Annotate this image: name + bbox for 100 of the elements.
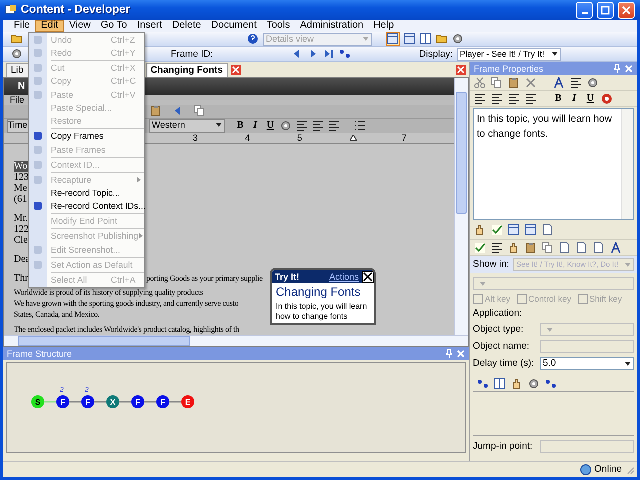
menu-item[interactable]: Edit: [35, 20, 64, 32]
gear-icon[interactable]: [587, 76, 599, 88]
font-icon[interactable]: [610, 242, 622, 254]
document-text: Me: [14, 183, 28, 194]
frame-text: In this topic, you will learn how to change fonts.: [476, 113, 614, 142]
field-label: Object type:: [473, 324, 524, 335]
rectangle-icon[interactable]: [494, 378, 506, 390]
display-dropdown[interactable]: Player - See It! / Try It!: [457, 48, 562, 60]
color-icon[interactable]: [601, 92, 613, 104]
check-icon[interactable]: [491, 224, 503, 236]
copy-icon[interactable]: [491, 76, 503, 88]
page-icon[interactable]: [559, 242, 571, 254]
ruler-number: 5: [297, 132, 304, 143]
delete-icon[interactable]: [525, 76, 537, 88]
document-tab[interactable]: Changing Fonts: [146, 62, 228, 76]
text-icon[interactable]: [570, 76, 582, 88]
align-center-icon[interactable]: [312, 120, 324, 132]
bubble-title: Changing Fonts: [275, 284, 362, 301]
hand-icon[interactable]: [474, 224, 486, 236]
format-button[interactable]: U: [585, 93, 596, 104]
align-left-icon[interactable]: [474, 92, 486, 104]
node-label: F: [60, 398, 66, 407]
menu-item[interactable]: View: [64, 20, 96, 32]
vertical-scrollbar[interactable]: [454, 78, 468, 335]
frame-node[interactable]: [132, 396, 144, 408]
node-label: S: [35, 398, 41, 407]
pin-icon[interactable]: [446, 349, 453, 358]
format-button[interactable]: I: [250, 120, 261, 132]
text-area[interactable]: In this topic, you will learn how to change fonts.: [473, 108, 634, 220]
show-in-label: Show in:: [473, 259, 510, 270]
page-icon[interactable]: [576, 242, 588, 254]
document-text: (61: [14, 194, 28, 205]
maximize-button[interactable]: [597, 2, 614, 18]
node-label: F: [86, 398, 90, 407]
font-icon[interactable]: [553, 76, 565, 88]
hand-icon[interactable]: [508, 242, 520, 254]
network-icon[interactable]: [580, 464, 592, 476]
vertical-scrollbar[interactable]: [621, 109, 633, 219]
frame-node[interactable]: [156, 396, 170, 408]
format-button[interactable]: B: [235, 120, 246, 132]
horizontal-scrollbar[interactable]: [4, 335, 468, 346]
menu-item[interactable]: Re-record Topic...: [29, 186, 144, 200]
paste-icon[interactable]: [150, 105, 162, 118]
page-icon[interactable]: [593, 242, 605, 254]
align-right-icon[interactable]: [508, 92, 520, 104]
frame-node[interactable]: [32, 396, 44, 408]
close-button[interactable]: [618, 2, 635, 18]
menu-item[interactable]: Document: [206, 20, 262, 32]
window-icon[interactable]: [508, 224, 520, 236]
gear-icon[interactable]: [452, 33, 464, 45]
align-right-icon[interactable]: [328, 120, 340, 132]
frame-node[interactable]: [56, 396, 70, 408]
format-button[interactable]: I: [569, 93, 580, 104]
frame-id-label: Frame ID:: [171, 48, 214, 60]
pin-icon[interactable]: [614, 64, 621, 73]
menu-item[interactable]: Tools: [262, 20, 296, 32]
format-button[interactable]: B: [553, 93, 564, 104]
connector-line: [70, 401, 82, 403]
embedded-menu-item[interactable]: File: [10, 95, 25, 105]
menu-item[interactable]: Copy Frames: [29, 130, 144, 143]
align-center-icon[interactable]: [491, 92, 503, 104]
paste-icon[interactable]: [508, 76, 520, 88]
menu-item[interactable]: Delete: [167, 20, 206, 32]
menu-item[interactable]: File: [9, 20, 36, 32]
bubble-heading: Try It!: [275, 272, 300, 282]
layout-icon[interactable]: [387, 33, 399, 45]
align-left-icon[interactable]: [296, 120, 308, 132]
menu-item[interactable]: Insert: [132, 20, 168, 32]
charset-dropdown[interactable]: Western: [149, 118, 225, 133]
resize-grip-icon[interactable]: [625, 464, 635, 474]
document-tab[interactable]: Lib: [6, 62, 29, 76]
window-icon[interactable]: [525, 224, 537, 236]
last-icon[interactable]: [323, 48, 336, 60]
menu-item[interactable]: Administration: [295, 20, 369, 32]
format-button[interactable]: U: [265, 120, 276, 132]
dropdown-field[interactable]: 5.0: [540, 357, 634, 370]
frame-node[interactable]: [82, 396, 94, 408]
list-icon[interactable]: [354, 120, 366, 132]
columns-icon[interactable]: [420, 33, 432, 45]
page-icon[interactable]: [542, 224, 554, 236]
layout-icon[interactable]: [404, 33, 416, 45]
close-icon[interactable]: [362, 270, 374, 282]
frame-node[interactable]: [106, 396, 120, 408]
help-icon[interactable]: [247, 33, 259, 45]
scissors-icon[interactable]: [474, 76, 486, 88]
menu-item[interactable]: Re-record Context IDs...: [29, 200, 144, 213]
menu-item[interactable]: Help: [368, 20, 400, 32]
document-text: We have grown with the sporting goods industry, and currently serve custo: [14, 298, 239, 309]
list-icon[interactable]: [491, 242, 503, 254]
copy-icon[interactable]: [194, 105, 206, 118]
justify-icon[interactable]: [525, 92, 537, 104]
menu-item[interactable]: Go To: [96, 20, 132, 32]
embedded-window-title: N: [18, 81, 26, 92]
check-icon[interactable]: [474, 242, 486, 254]
app-icon: [5, 4, 17, 16]
copy-icon[interactable]: [542, 242, 554, 254]
frame-node[interactable]: [182, 396, 194, 408]
minimize-button[interactable]: [576, 2, 593, 18]
actions-link[interactable]: Actions: [329, 272, 359, 282]
gear-icon[interactable]: [11, 48, 23, 60]
